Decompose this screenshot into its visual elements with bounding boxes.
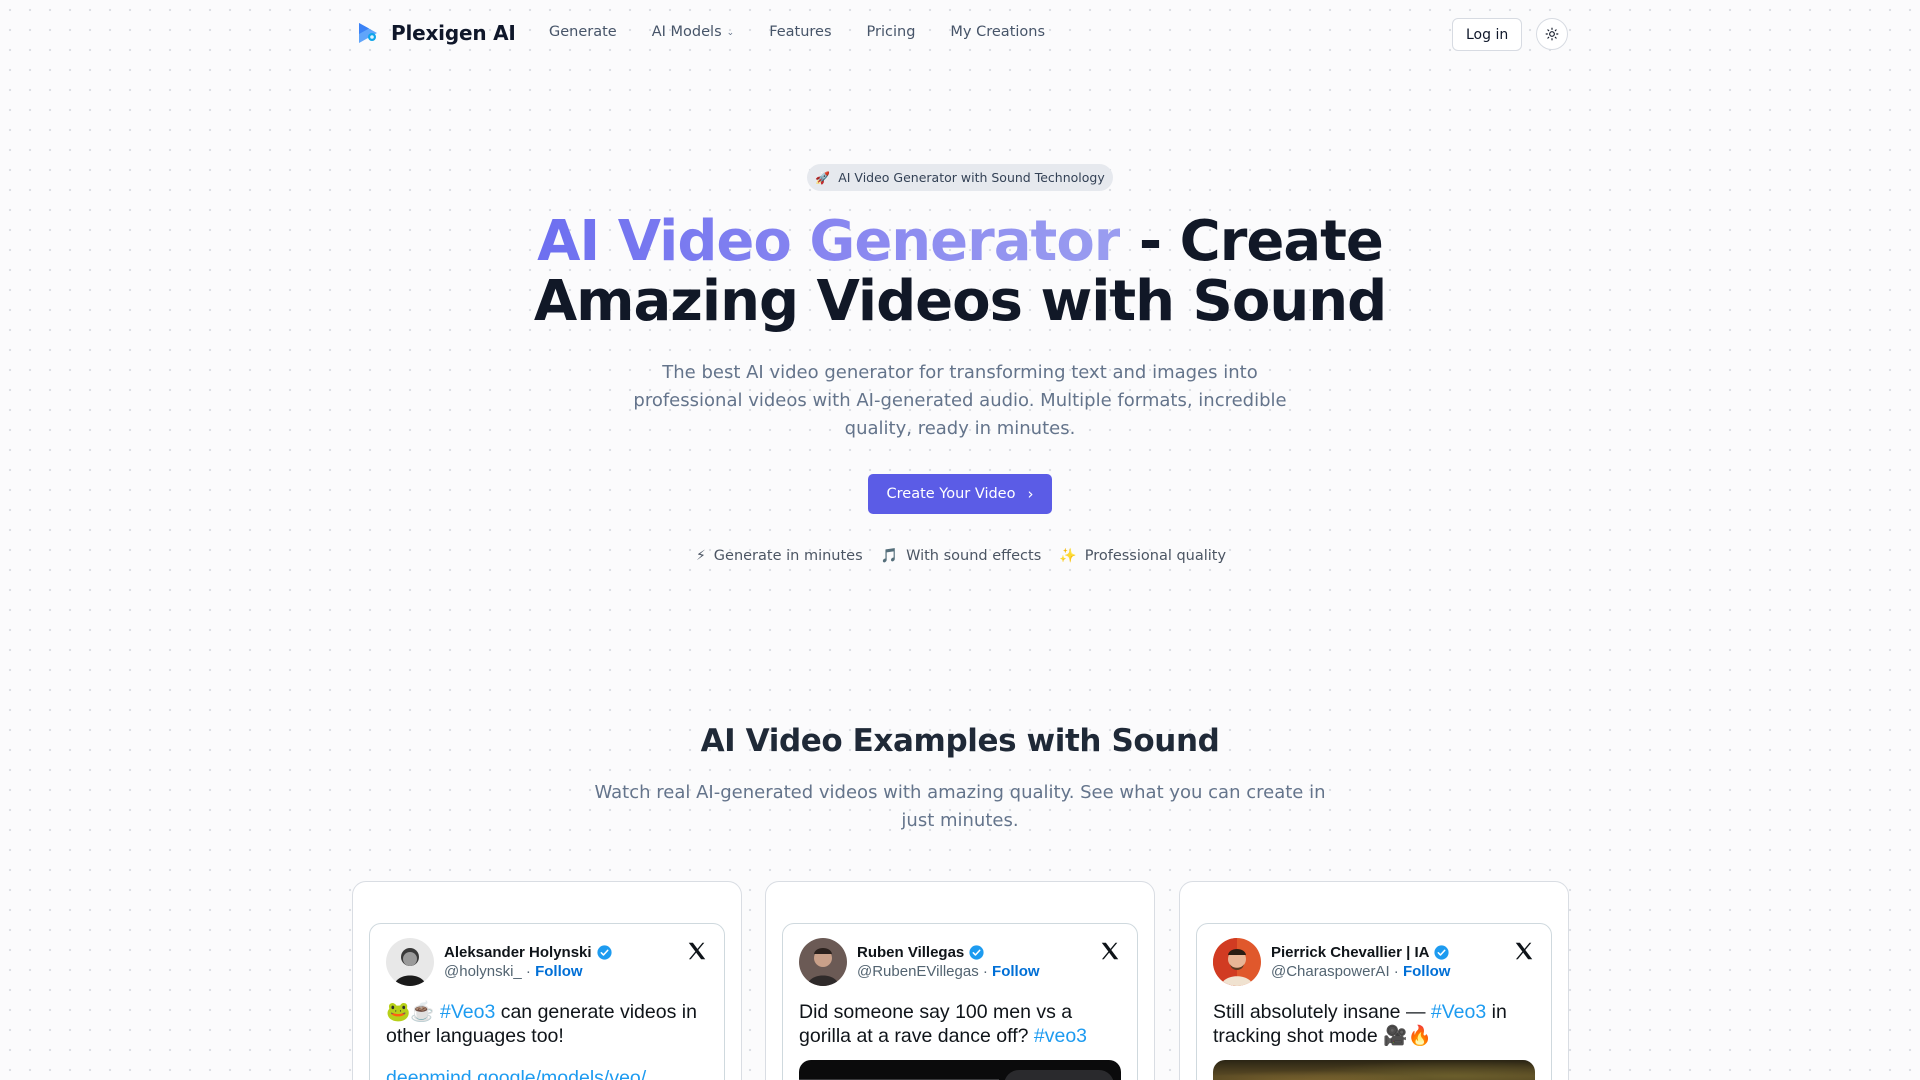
- feature-item: 🎵 With sound effects: [881, 548, 1042, 564]
- chevron-down-icon: ⌄: [726, 28, 735, 38]
- x-logo-icon[interactable]: [1513, 940, 1535, 962]
- tweet-header: Ruben Villegas @RubenEVillegas · Follow: [799, 936, 1121, 988]
- tweet-author-name[interactable]: Ruben Villegas: [857, 944, 964, 961]
- separator-dot: ·: [521, 963, 536, 980]
- tweet-author-name-row: Aleksander Holynski: [444, 944, 613, 961]
- avatar-portrait-icon: [386, 938, 434, 986]
- sparkles-icon: ✨: [1059, 548, 1077, 564]
- hashtag-link[interactable]: #Veo3: [440, 1001, 495, 1023]
- video-control-pill: [1004, 1070, 1114, 1080]
- hero-title-highlight: AI Video Generator: [537, 209, 1121, 274]
- tweet-text: 🐸☕ #Veo3 can generate videos in other la…: [386, 1000, 708, 1080]
- hero-title-rest-1: - Create: [1120, 209, 1384, 274]
- hero-features: ⚡ Generate in minutes 🎵 With sound effec…: [696, 546, 1226, 566]
- tweet-author-name[interactable]: Pierrick Chevallier | IA: [1271, 944, 1429, 961]
- avatar-portrait-icon: [1213, 938, 1261, 986]
- tweet-header: Pierrick Chevallier | IA @CharaspowerAI …: [1213, 936, 1535, 988]
- theme-toggle-button[interactable]: [1536, 18, 1568, 50]
- tweet-text-prefix: 🐸☕: [386, 1001, 440, 1023]
- nav-links: Generate AI Models ⌄ Features Pricing My…: [549, 24, 1045, 40]
- nav-link-ai-models-label: AI Models: [651, 24, 722, 40]
- play-logo-icon: [359, 23, 377, 43]
- lightning-icon: ⚡: [695, 548, 706, 564]
- tweet-handle-row: @RubenEVillegas · Follow: [857, 963, 1040, 980]
- tweet-handle-row: @CharaspowerAI · Follow: [1271, 963, 1450, 980]
- login-button[interactable]: Log in: [1452, 18, 1523, 51]
- avatar[interactable]: [799, 938, 847, 986]
- nav-link-ai-models[interactable]: AI Models ⌄: [652, 24, 734, 40]
- tweet-author: Ruben Villegas @RubenEVillegas · Follow: [857, 944, 1040, 980]
- tweet-handle[interactable]: @holynski_: [444, 963, 522, 980]
- x-logo-icon[interactable]: [686, 940, 708, 962]
- embedded-tweet[interactable]: Pierrick Chevallier | IA @CharaspowerAI …: [1196, 923, 1552, 1080]
- tweet-text-prefix: Did someone say 100 men vs a gorilla at …: [799, 1001, 1073, 1047]
- hashtag-link[interactable]: #veo3: [1034, 1025, 1087, 1047]
- feature-item: ✨ Professional quality: [1059, 548, 1226, 564]
- nav-link-features[interactable]: Features: [769, 24, 831, 40]
- brand-name: Plexigen AI: [391, 21, 516, 45]
- feature-label: With sound effects: [906, 548, 1042, 564]
- follow-link[interactable]: Follow: [1403, 963, 1451, 980]
- create-video-button[interactable]: Create Your Video ›: [868, 474, 1052, 514]
- avatar[interactable]: [1213, 938, 1261, 986]
- tweet-handle-row: @holynski_ · Follow: [444, 963, 613, 980]
- tweet-author-name[interactable]: Aleksander Holynski: [444, 944, 592, 961]
- examples-title: AI Video Examples with Sound: [700, 723, 1220, 759]
- follow-link[interactable]: Follow: [535, 963, 583, 980]
- avatar[interactable]: [386, 938, 434, 986]
- feature-label: Generate in minutes: [713, 548, 863, 564]
- tweet-text: Did someone say 100 men vs a gorilla at …: [799, 1000, 1121, 1048]
- avatar-portrait-icon: [799, 938, 847, 986]
- tweet-author-name-row: Pierrick Chevallier | IA: [1271, 944, 1450, 961]
- chevron-right-icon: ›: [1027, 485, 1034, 503]
- embedded-tweet[interactable]: Ruben Villegas @RubenEVillegas · Follow …: [782, 923, 1138, 1080]
- hero-badge: 🚀 AI Video Generator with Sound Technolo…: [807, 164, 1113, 191]
- sun-icon: [1545, 27, 1559, 41]
- tweet-handle[interactable]: @RubenEVillegas: [857, 963, 979, 980]
- embedded-tweet[interactable]: Aleksander Holynski @holynski_ · Follow …: [369, 923, 725, 1080]
- follow-link[interactable]: Follow: [992, 963, 1040, 980]
- tweet-author: Aleksander Holynski @holynski_ · Follow: [444, 944, 613, 980]
- nav-link-my-creations[interactable]: My Creations: [950, 24, 1045, 40]
- tweet-video-thumbnail[interactable]: [799, 1060, 1121, 1080]
- tweet-text: Still absolutely insane — #Veo3 in track…: [1213, 1000, 1535, 1048]
- tweet-handle[interactable]: @CharaspowerAI: [1271, 963, 1390, 980]
- music-note-icon: 🎵: [880, 548, 899, 564]
- hero-title-rest-2: Amazing Videos with Sound: [533, 269, 1387, 334]
- tweet-video-thumbnail[interactable]: [1213, 1060, 1535, 1080]
- brand-logo[interactable]: Plexigen AI: [355, 20, 516, 46]
- examples-subtitle: Watch real AI-generated videos with amaz…: [594, 782, 1326, 831]
- separator-dot: ·: [1389, 963, 1403, 980]
- create-video-button-label: Create Your Video: [886, 486, 1016, 502]
- tweet-author-name-row: Ruben Villegas: [857, 944, 1040, 961]
- verified-badge-icon: [969, 945, 984, 960]
- x-logo-icon[interactable]: [1099, 940, 1121, 962]
- verified-badge-icon: [596, 945, 612, 960]
- feature-label: Professional quality: [1084, 548, 1227, 564]
- example-card: Ruben Villegas @RubenEVillegas · Follow …: [765, 881, 1155, 1080]
- tweet-url-link[interactable]: deepmind.google/models/veo/: [386, 1066, 708, 1080]
- hero-subtitle: The best AI video generator for transfor…: [633, 362, 1287, 439]
- nav-link-generate[interactable]: Generate: [549, 24, 617, 40]
- feature-item: ⚡ Generate in minutes: [696, 548, 863, 564]
- verified-badge-icon: [1434, 945, 1450, 960]
- example-card: Pierrick Chevallier | IA @CharaspowerAI …: [1179, 881, 1569, 1080]
- separator-dot: ·: [978, 963, 993, 980]
- hero-badge-text: AI Video Generator with Sound Technology: [838, 170, 1105, 185]
- rocket-icon: 🚀: [815, 170, 831, 185]
- example-card: Aleksander Holynski @holynski_ · Follow …: [352, 881, 742, 1080]
- top-navigation: Plexigen AI Generate AI Models ⌄ Feature…: [0, 0, 1920, 66]
- hero-title: AI Video Generator - Create Amazing Vide…: [460, 212, 1460, 332]
- tweet-author: Pierrick Chevallier | IA @CharaspowerAI …: [1271, 944, 1450, 980]
- tweet-text-prefix: Still absolutely insane —: [1213, 1001, 1431, 1023]
- tweet-header: Aleksander Holynski @holynski_ · Follow: [386, 936, 708, 988]
- hashtag-link[interactable]: #Veo3: [1431, 1001, 1486, 1023]
- nav-link-pricing[interactable]: Pricing: [867, 24, 916, 40]
